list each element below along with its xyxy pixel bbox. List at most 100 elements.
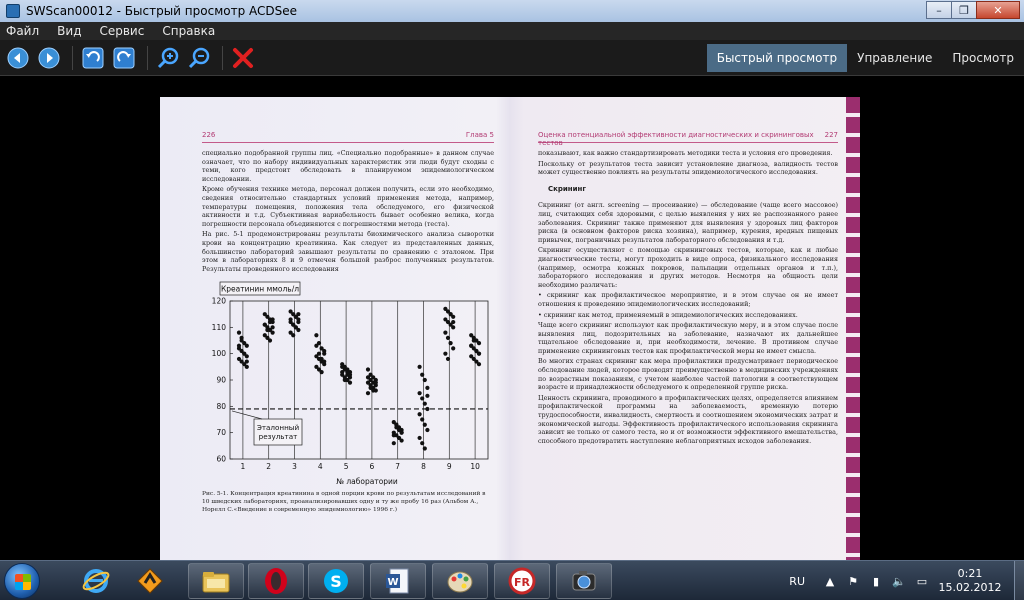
taskbar-winamp[interactable] [122,563,178,599]
tab-manage[interactable]: Управление [847,44,942,72]
flag-notification-icon[interactable]: ⚑ [846,574,860,588]
window-title: SWScan00012 - Быстрый просмотр ACDSee [26,4,298,18]
minimize-button[interactable]: – [926,1,952,19]
bullet-item: • скрининг как профилактическое мероприя… [538,291,838,308]
reference-pointer [231,410,263,420]
section-title: Скрининг [548,184,587,193]
forward-button[interactable] [35,44,63,72]
data-point [296,312,301,317]
internet-explorer-icon [82,569,110,593]
windows-logo-icon [15,574,31,590]
right-page-text: показывают, как важно стандартизировать … [538,149,838,445]
data-point [394,422,399,428]
data-point [371,388,376,393]
menu-help[interactable]: Справка [162,24,215,38]
data-point [365,375,371,380]
data-point [417,391,422,396]
left-page-text: специально подобранной группы лиц. «Спец… [202,149,494,273]
menu-bar: Файл Вид Сервис Справка [0,22,1024,40]
rotate-left-button[interactable] [79,44,107,72]
rotate-right-button[interactable] [110,44,138,72]
clock-date: 15.02.2012 [938,581,1002,594]
network-icon[interactable]: ▮ [869,574,883,588]
winamp-icon [137,568,163,594]
data-point [347,380,353,386]
delete-icon [233,47,253,68]
taskbar-finereader[interactable]: FR [494,563,550,599]
menu-file[interactable]: Файл [6,24,39,38]
taskbar-paint[interactable] [432,563,488,599]
data-point [373,380,378,386]
tab-view[interactable]: Просмотр [942,44,1024,72]
restore-button[interactable]: ❐ [951,1,977,19]
data-point [347,372,353,378]
image-viewer[interactable]: 226 Глава 5 специально подобранной групп… [0,77,1024,560]
data-point [239,338,244,343]
back-button[interactable] [4,44,32,72]
zoom-in-button[interactable] [154,44,182,72]
data-point [342,378,347,383]
show-desktop-button[interactable] [1014,561,1024,600]
x-tick-label: 2 [266,462,271,471]
left-page: 226 Глава 5 специально подобранной групп… [202,97,494,560]
data-point [417,365,422,370]
data-point [396,436,402,441]
x-tick-label: 7 [395,462,400,471]
x-tick-label: 4 [318,462,323,471]
data-point [425,394,430,399]
tab-quick-view[interactable]: Быстрый просмотр [706,44,848,72]
right-header-text: Оценка потенциальной эффективности диагн… [538,131,814,147]
taskbar-skype[interactable]: S [308,563,364,599]
left-chapter-title: Глава 5 [465,131,494,139]
y-axis-label: Креатинин ммоль/л [221,285,299,294]
data-point [448,341,453,346]
y-tick-label: 70 [216,428,226,437]
taskbar-acdsee[interactable] [556,563,612,599]
y-tick-label: 100 [212,349,227,358]
menu-view[interactable]: Вид [57,24,81,38]
data-point [469,343,474,349]
data-point [443,330,448,336]
title-bar[interactable]: SWScan00012 - Быстрый просмотр ACDSee – … [0,0,1024,22]
taskbar-word[interactable]: W [370,563,426,599]
left-page-number: 226 [202,131,216,139]
delete-button[interactable] [229,44,257,72]
clock[interactable]: 0:21 15.02.2012 [938,567,1002,595]
battery-icon[interactable]: ▭ [915,574,929,588]
x-axis-label: № лаборатории [336,477,398,486]
taskbar-ie[interactable] [68,563,124,599]
svg-text:S: S [330,572,342,591]
taskbar-opera[interactable] [248,563,304,599]
taskbar-explorer[interactable] [188,563,244,599]
zoom-out-icon [188,47,210,68]
x-tick-label: 1 [241,462,246,471]
language-indicator[interactable]: RU [789,575,805,588]
close-button[interactable]: ✕ [976,1,1020,19]
data-point [425,386,430,391]
right-page-number: 227 [824,131,838,139]
zoom-out-button[interactable] [185,44,213,72]
data-point [420,417,425,422]
x-tick-label: 5 [344,462,349,471]
data-point [262,322,267,328]
x-tick-label: 9 [447,462,452,471]
start-button[interactable] [4,563,40,599]
acdsee-app-icon [6,4,20,18]
data-point [420,396,425,401]
paragraph: Скрининг (от англ. screening — просеиван… [538,201,838,244]
system-tray: RU ▲ ⚑ ▮ 🔈 ▭ 0:21 15.02.2012 [789,561,1024,600]
rotate-right-icon [113,47,135,68]
y-tick-label: 90 [216,376,226,385]
data-point [293,325,298,330]
tray-expand-icon[interactable]: ▲ [823,574,837,588]
data-point [445,357,451,362]
paragraph: Кроме обучения технике метода, персонал … [202,185,494,228]
data-point [340,365,345,370]
data-point [476,351,482,357]
mode-tabs: Быстрый просмотр Управление Просмотр [706,44,1024,72]
data-point [314,343,319,349]
word-icon: W [386,568,409,594]
data-point [422,378,427,383]
volume-icon[interactable]: 🔈 [892,574,906,588]
menu-tools[interactable]: Сервис [99,24,144,38]
